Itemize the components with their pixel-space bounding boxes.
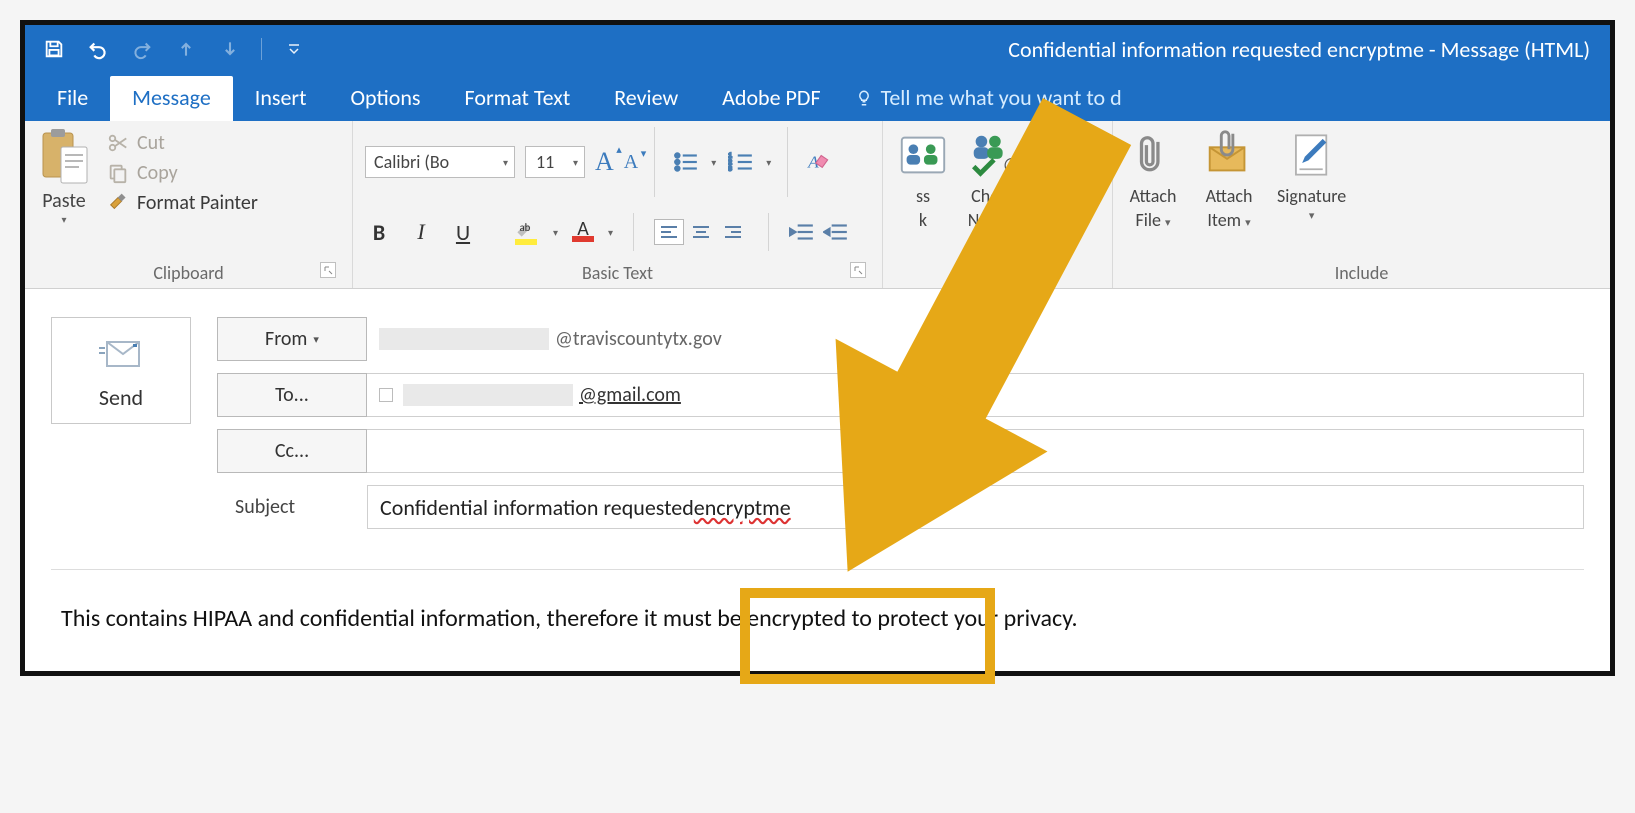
decrease-indent-button[interactable] [789, 221, 815, 243]
tab-file[interactable]: File [35, 76, 110, 121]
svg-text:3: 3 [728, 165, 732, 174]
tab-format-text[interactable]: Format Text [443, 76, 593, 121]
include-group-label: Include [1335, 262, 1389, 284]
bullets-button[interactable] [671, 148, 701, 176]
signature-button[interactable]: Signature ▾ [1277, 127, 1346, 222]
align-left-button[interactable] [654, 219, 684, 245]
cut-label: Cut [137, 131, 165, 155]
quick-access-toolbar [37, 38, 300, 60]
format-painter-label: Format Painter [137, 191, 258, 215]
paste-label: Paste [42, 189, 86, 213]
shrink-font-button[interactable]: A▾ [624, 151, 638, 174]
to-button[interactable]: To... [217, 373, 367, 417]
highlight-color-button[interactable]: ab [513, 219, 539, 245]
send-envelope-icon [99, 338, 143, 370]
to-label: To... [275, 383, 309, 407]
font-size-select[interactable]: 11 ▾ [525, 146, 585, 178]
redacted-from [379, 328, 549, 350]
tab-review[interactable]: Review [592, 76, 700, 121]
outlook-compose-window: Confidential information requested encry… [20, 20, 1615, 676]
align-right-button[interactable] [718, 219, 748, 245]
group-basic-text: Calibri (Bo ▾ 11 ▾ A▴ A▾ [353, 121, 883, 288]
italic-button[interactable]: I [407, 219, 435, 245]
titlebar: Confidential information requested encry… [25, 25, 1610, 73]
redacted-to [403, 384, 573, 406]
format-painter-button[interactable]: Format Painter [107, 191, 258, 215]
font-color-button[interactable]: A [572, 222, 594, 242]
tab-options[interactable]: Options [328, 76, 442, 121]
save-icon[interactable] [43, 38, 65, 60]
cc-button[interactable]: Cc... [217, 429, 367, 473]
previous-item-icon[interactable] [175, 38, 197, 60]
tab-message[interactable]: Message [110, 76, 233, 121]
message-body[interactable]: This contains HIPAA and confidential inf… [51, 569, 1584, 661]
copy-button[interactable]: Copy [107, 161, 258, 185]
subject-text-pre: Confidential information requested [380, 494, 694, 521]
subject-label-cell: Subject [217, 485, 367, 529]
from-suffix: @traviscountytx.gov [555, 327, 722, 351]
cut-button[interactable]: Cut [107, 131, 258, 155]
send-label: Send [99, 384, 143, 411]
tab-adobe-pdf[interactable]: Adobe PDF [700, 76, 842, 121]
svg-text:ab: ab [520, 221, 531, 234]
send-button[interactable]: Send [51, 317, 191, 424]
underline-button[interactable]: U [449, 219, 477, 246]
customize-qat-caret[interactable] [288, 43, 300, 55]
ribbon-body: Paste ▾ Cut [25, 121, 1610, 289]
attach-item-icon [1201, 127, 1257, 183]
to-suffix: @gmail.com [579, 383, 681, 407]
font-size-value: 11 [536, 151, 554, 173]
tab-insert[interactable]: Insert [233, 76, 329, 121]
redo-icon[interactable] [131, 38, 153, 60]
from-label: From [265, 327, 307, 351]
ribbon-tabs: File Message Insert Options Format Text … [25, 73, 1610, 121]
clipboard-dialog-launcher[interactable] [320, 262, 336, 278]
font-name-value: Calibri (Bo [374, 151, 449, 173]
signature-icon [1284, 127, 1340, 183]
align-center-button[interactable] [686, 219, 716, 245]
recipient-presence-icon [379, 388, 393, 402]
clipboard-group-label: Clipboard [153, 262, 223, 284]
subject-label: Subject [235, 495, 295, 519]
next-item-icon[interactable] [219, 38, 241, 60]
undo-icon[interactable] [87, 38, 109, 60]
scissors-icon [107, 132, 129, 154]
paste-button[interactable]: Paste ▾ [37, 127, 99, 226]
grow-font-button[interactable]: A▴ [595, 147, 614, 177]
copy-icon [107, 162, 129, 184]
copy-label: Copy [137, 161, 178, 185]
paintbrush-icon [107, 192, 129, 214]
group-clipboard: Paste ▾ Cut [25, 121, 353, 288]
cc-label: Cc... [275, 439, 309, 463]
font-name-select[interactable]: Calibri (Bo ▾ [365, 146, 515, 178]
from-button[interactable]: From▾ [217, 317, 367, 361]
numbering-button[interactable]: 1 2 3 [726, 148, 756, 176]
bold-button[interactable]: B [365, 219, 393, 246]
clear-formatting-button[interactable]: A [804, 148, 834, 176]
basic-text-group-label: Basic Text [582, 262, 653, 284]
